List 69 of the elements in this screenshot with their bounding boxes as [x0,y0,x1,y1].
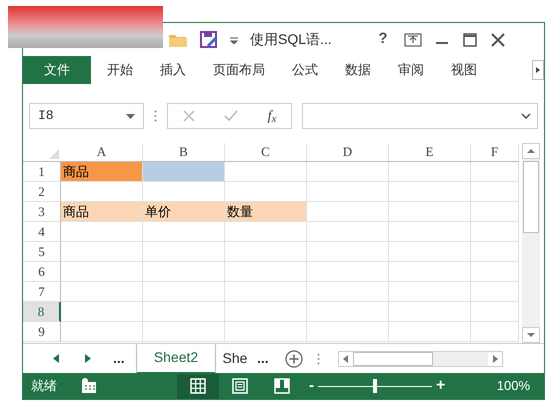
zoom-slider[interactable] [318,379,432,393]
ribbon-tab[interactable]: 页面布局 [202,56,276,84]
slider-thumb[interactable] [373,379,377,393]
table-cell [471,202,519,222]
column-header[interactable]: E [389,143,471,161]
column-header[interactable]: C [225,143,307,161]
table-cell: 商品 [61,162,143,182]
table-cell [471,162,519,182]
table-cell [471,222,519,242]
column-header[interactable]: D [307,143,389,161]
save-icon[interactable] [200,30,218,48]
column-header[interactable]: B [143,143,225,161]
ribbon-tab[interactable]: 审阅 [387,56,435,84]
table-cell: 商品 [61,202,143,222]
grip-icon [317,352,320,364]
zoom-out-button[interactable]: - [309,374,314,398]
table-cell [471,282,519,302]
scroll-thumb[interactable] [353,352,433,366]
scroll-thumb[interactable] [523,161,539,233]
grip-icon [154,110,157,122]
scroll-right-icon[interactable] [532,60,544,80]
table-cell [471,262,519,282]
insert-function-button[interactable]: f$_{x}$ [268,106,276,126]
file-tab[interactable]: 文件 [23,56,91,84]
ribbon-tab[interactable]: 公式 [281,56,329,84]
help-button[interactable]: ? [374,28,392,51]
sheet-tab[interactable]: Sheet2 [137,344,215,374]
view-button[interactable] [177,374,219,398]
column-header[interactable]: F [471,143,519,161]
page-view-icon [232,378,248,394]
ribbon-tab[interactable]: 开始 [96,56,144,84]
grid-view-icon [190,378,206,394]
zoom-in-button[interactable]: + [436,374,446,398]
page-break-icon [274,378,290,394]
expand-icon[interactable] [521,113,531,119]
scroll-right-icon[interactable] [488,352,502,366]
table-cell: 数量 [225,202,307,222]
ribbon-tab[interactable]: 视图 [440,56,488,84]
add-sheet-icon[interactable] [285,350,303,368]
zoom-level[interactable]: 100% [496,376,530,396]
scroll-up-icon[interactable] [522,143,540,159]
scroll-left-icon[interactable] [339,352,353,366]
table-cell [471,302,519,322]
previous-sheet-icon[interactable] [53,354,59,363]
table-cell [471,242,519,262]
scroll-down-icon[interactable] [522,327,540,343]
ribbon-tab[interactable]: 插入 [149,56,197,84]
row-header[interactable]: 8 [23,302,61,322]
table-cell [471,182,519,202]
maximize-icon[interactable] [462,32,478,46]
formula-field[interactable] [302,103,538,129]
ribbon-tab[interactable]: 数据 [334,56,382,84]
window-title: 使用SQL语... [250,30,333,49]
horizontal-scrollbar[interactable] [338,350,503,366]
more-sheets-button[interactable]: ... [257,348,281,369]
column-header[interactable]: A [61,143,143,161]
vertical-scrollbar[interactable] [522,143,540,343]
table-cell: 单价 [143,202,225,222]
status-text: 就绪 [31,377,57,396]
close-icon[interactable] [490,32,506,46]
name-box[interactable]: I8 [29,103,144,129]
next-sheet-icon[interactable] [85,354,91,363]
dropdown-icon[interactable] [230,36,238,44]
more-sheets-button[interactable]: ... [113,348,137,369]
check-icon[interactable] [224,110,238,122]
table-cell [471,322,519,342]
ribbon-display-icon[interactable] [404,32,422,46]
dropdown-icon[interactable] [126,114,135,118]
sheet-tab[interactable]: She [215,344,255,374]
